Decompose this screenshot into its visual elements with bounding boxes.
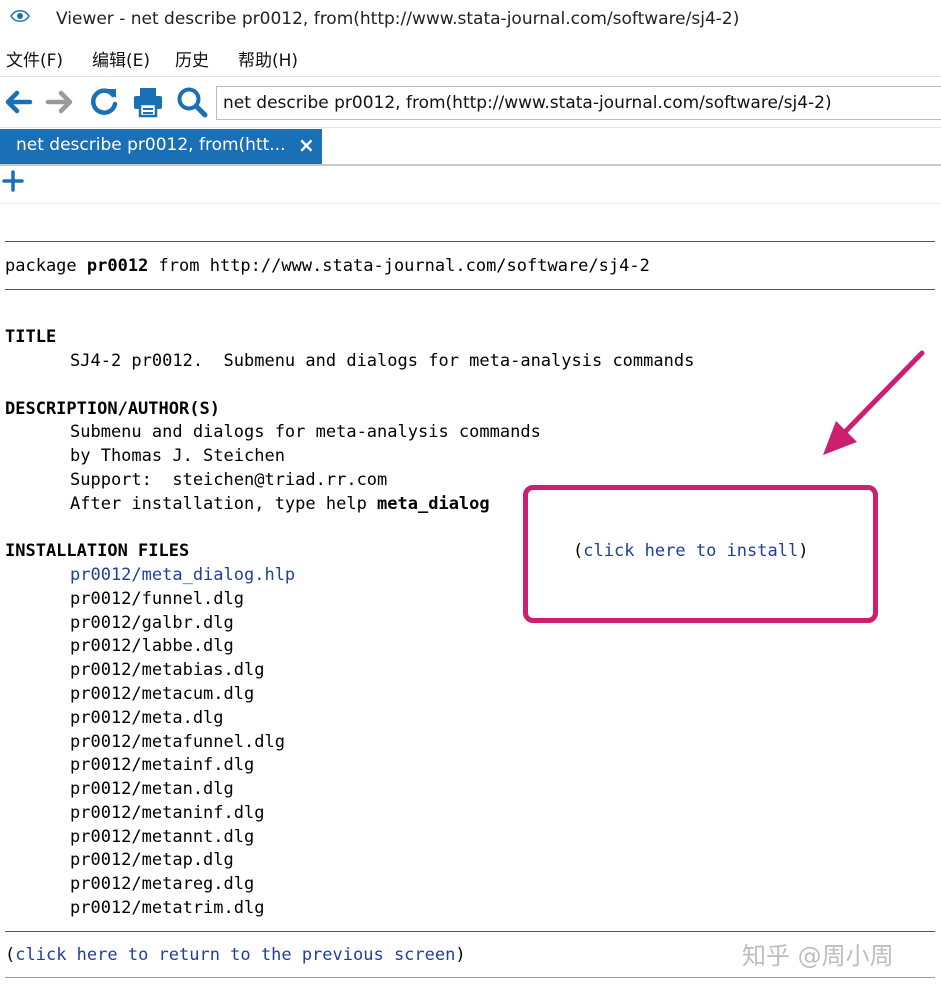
search-icon[interactable]	[176, 85, 208, 119]
file-item: pr0012/labbe.dlg	[70, 636, 234, 656]
title-bar: Viewer - net describe pr0012, from(http:…	[0, 0, 941, 40]
add-tab-icon[interactable]	[2, 170, 24, 192]
close-icon[interactable]: ×	[298, 133, 315, 157]
package-name: pr0012	[86, 256, 149, 276]
file-item: pr0012/metatrim.dlg	[70, 898, 265, 918]
author-line: by Thomas J. Steichen	[70, 446, 285, 466]
file-item: pr0012/metannt.dlg	[70, 827, 255, 847]
menu-history[interactable]: 历史	[175, 46, 209, 71]
print-icon[interactable]	[132, 85, 164, 119]
header-text: package	[5, 256, 87, 276]
help-command: meta_dialog	[377, 494, 490, 514]
menu-edit[interactable]: 编辑(E)	[92, 46, 150, 71]
title-heading: TITLE	[5, 327, 57, 347]
divider	[5, 977, 935, 978]
file-item: pr0012/metap.dlg	[70, 850, 234, 870]
refresh-icon[interactable]	[88, 85, 120, 119]
forward-arrow-icon[interactable]	[44, 85, 76, 119]
divider	[5, 241, 935, 242]
menu-file[interactable]: 文件(F)	[6, 46, 63, 71]
file-item: pr0012/metaninf.dlg	[70, 803, 265, 823]
file-item: pr0012/funnel.dlg	[70, 589, 244, 609]
divider	[5, 931, 935, 932]
menu-bar: 文件(F) 编辑(E) 历史 帮助(H)	[0, 40, 941, 77]
file-item: pr0012/metan.dlg	[70, 779, 234, 799]
package-header: package pr0012 from http://www.stata-jou…	[5, 256, 650, 276]
return-link[interactable]: click here to return to the previous scr…	[15, 945, 455, 965]
installation-files-heading: INSTALLATION FILES	[5, 541, 190, 561]
file-item: pr0012/metainf.dlg	[70, 755, 255, 775]
after-install-line: After installation, type help meta_dialo…	[70, 494, 490, 514]
file-item: pr0012/meta.dlg	[70, 708, 224, 728]
paren-close: )	[455, 945, 466, 965]
back-arrow-icon[interactable]	[2, 85, 34, 119]
description-heading: DESCRIPTION/AUTHOR(S)	[5, 399, 220, 419]
highlight-box	[523, 485, 878, 623]
file-item: pr0012/galbr.dlg	[70, 613, 234, 633]
watermark: 知乎 @周小周	[742, 942, 894, 970]
window-title: Viewer - net describe pr0012, from(http:…	[56, 9, 740, 29]
pointer-arrow-icon	[823, 350, 925, 455]
eye-icon	[10, 10, 30, 22]
divider	[5, 289, 935, 290]
command-input[interactable]	[217, 87, 941, 119]
file-item: pr0012/metareg.dlg	[70, 874, 255, 894]
tab-bar: net describe pr0012, from(htt... ×	[0, 129, 941, 166]
file-item: pr0012/metafunnel.dlg	[70, 732, 285, 752]
tab-net-describe[interactable]: net describe pr0012, from(htt... ×	[0, 129, 322, 164]
command-field[interactable]	[216, 86, 941, 120]
file-item: pr0012/metabias.dlg	[70, 660, 265, 680]
paren-open: (	[5, 945, 16, 965]
support-line: Support: steichen@triad.rr.com	[70, 470, 388, 490]
return-link-line: (click here to return to the previous sc…	[5, 945, 466, 965]
after-install-text: After installation, type help	[70, 494, 378, 514]
file-item: pr0012/metacum.dlg	[70, 684, 255, 704]
description-line: Submenu and dialogs for meta-analysis co…	[70, 422, 541, 442]
header-source: from http://www.stata-journal.com/softwa…	[148, 256, 650, 276]
menu-help[interactable]: 帮助(H)	[238, 46, 298, 71]
tab-label: net describe pr0012, from(htt...	[16, 135, 286, 155]
title-text: SJ4-2 pr0012. Submenu and dialogs for me…	[70, 351, 695, 371]
file-link[interactable]: pr0012/meta_dialog.hlp	[70, 565, 295, 585]
